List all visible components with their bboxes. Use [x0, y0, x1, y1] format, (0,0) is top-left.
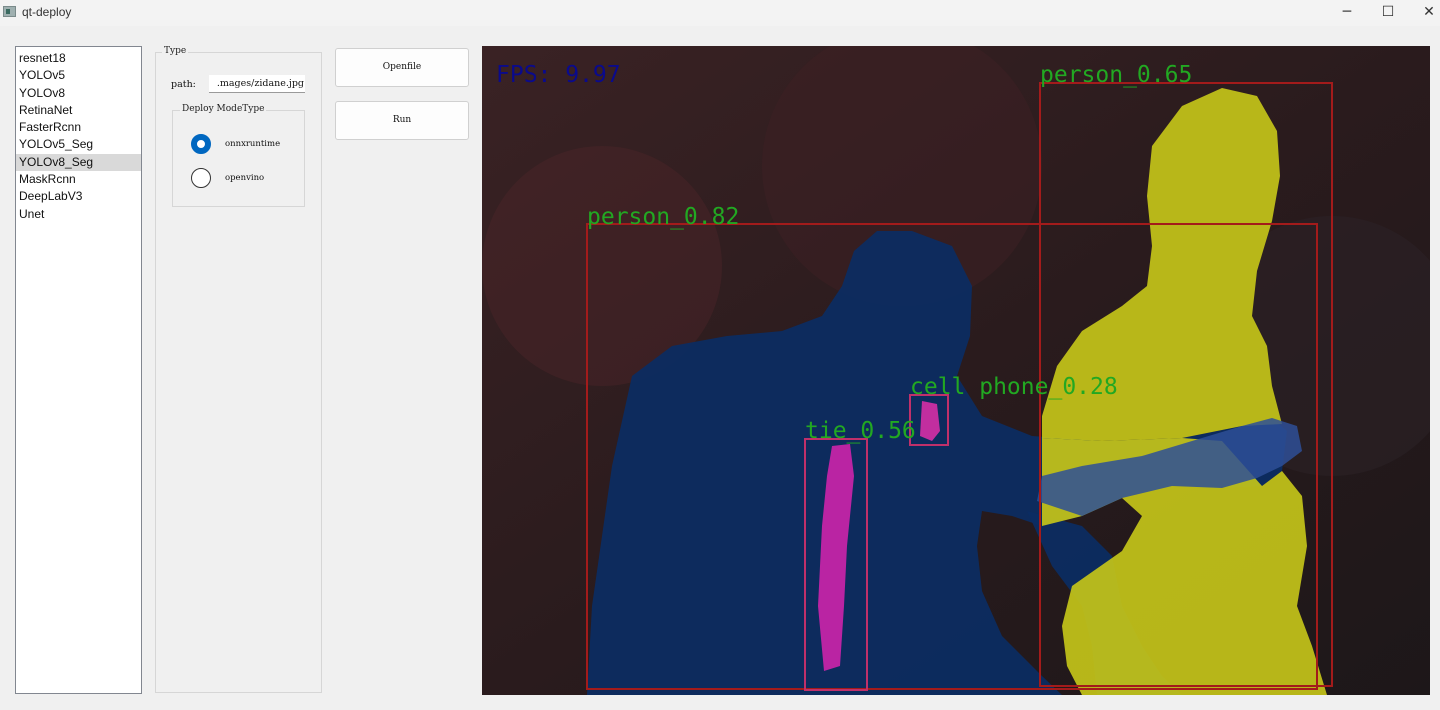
segmentation-result: FPS: 9.97 person_0.82 person_0.65 cell p… [482, 46, 1430, 695]
detection-label-person-0.82: person_0.82 [587, 204, 739, 230]
detection-label-tie: tie_0.56 [805, 418, 916, 444]
model-list-item[interactable]: RetinaNet [16, 102, 141, 119]
model-list-item[interactable]: MaskRcnn [16, 171, 141, 188]
fps-label: FPS: 9.97 [496, 62, 621, 88]
result-image-view: FPS: 9.97 person_0.82 person_0.65 cell p… [482, 46, 1430, 695]
deploy-mode-title: Deploy ModeType [180, 104, 267, 114]
minimize-icon[interactable]: ─ [1324, 0, 1370, 26]
model-list-item[interactable]: FasterRcnn [16, 119, 141, 136]
model-list-item[interactable]: YOLOv5_Seg [16, 136, 141, 153]
openvino-radio[interactable] [191, 168, 211, 188]
model-list-item[interactable]: resnet18 [16, 50, 141, 67]
model-list-item[interactable]: YOLOv8 [16, 85, 141, 102]
model-list-item[interactable]: Unet [16, 206, 141, 223]
path-input[interactable] [209, 75, 305, 93]
close-icon[interactable]: ✕ [1406, 0, 1440, 26]
openfile-button[interactable]: Openfile [335, 48, 469, 87]
title-bar: qt-deploy ─ ☐ ✕ [0, 0, 1440, 26]
maximize-icon[interactable]: ☐ [1365, 0, 1411, 26]
window-title: qt-deploy [22, 5, 72, 19]
model-list[interactable]: resnet18 YOLOv5 YOLOv8 RetinaNet FasterR… [15, 46, 142, 694]
openvino-label[interactable]: openvino [225, 173, 264, 183]
deploy-mode-group [172, 110, 305, 207]
model-list-item[interactable]: YOLOv5 [16, 67, 141, 84]
onnxruntime-label[interactable]: onnxruntime [225, 139, 280, 149]
onnxruntime-radio[interactable] [191, 134, 211, 154]
detection-label-cell-phone: cell phone_0.28 [910, 374, 1118, 400]
model-list-item-selected[interactable]: YOLOv8_Seg [16, 153, 141, 172]
type-group-title: Type [162, 46, 189, 56]
detection-label-person-0.65: person_0.65 [1040, 62, 1192, 88]
model-list-item[interactable]: DeepLabV3 [16, 188, 141, 205]
path-label: path: [171, 79, 196, 90]
app-icon [3, 6, 16, 17]
run-button[interactable]: Run [335, 101, 469, 140]
